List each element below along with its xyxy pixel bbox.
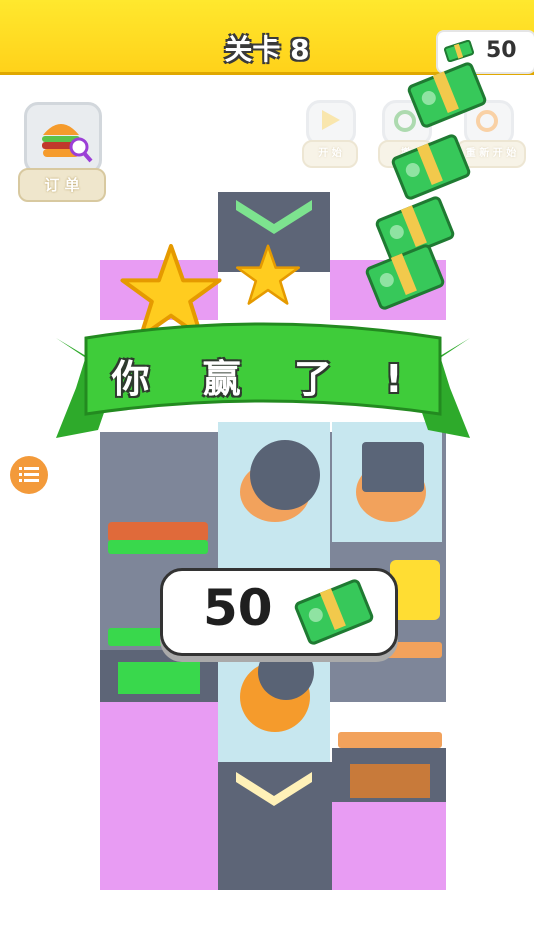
- chevron-down-icon: [236, 200, 312, 234]
- list-menu-icon: [19, 466, 39, 488]
- cash-bundle-icon: [292, 577, 376, 647]
- cash-icon: [443, 39, 475, 63]
- victory-title: 你 赢 了 !: [111, 357, 423, 401]
- reward-panel: 50: [160, 568, 398, 656]
- restart-icon: [474, 108, 500, 138]
- side-menu-button[interactable]: [10, 456, 48, 494]
- play-icon: [320, 108, 342, 136]
- chevron-down-icon: [236, 772, 312, 806]
- press-block: [362, 442, 424, 492]
- order-button[interactable]: [24, 102, 102, 174]
- reward-amount: 50: [203, 579, 273, 637]
- start-button[interactable]: 开 始: [302, 100, 358, 170]
- star-icon: [236, 244, 300, 310]
- undo-icon: [392, 108, 418, 138]
- grinder-icon: [250, 440, 320, 510]
- burger-magnifier-icon: [37, 113, 93, 165]
- coin-value: 50: [486, 38, 517, 63]
- order-label: 订 单: [18, 168, 106, 202]
